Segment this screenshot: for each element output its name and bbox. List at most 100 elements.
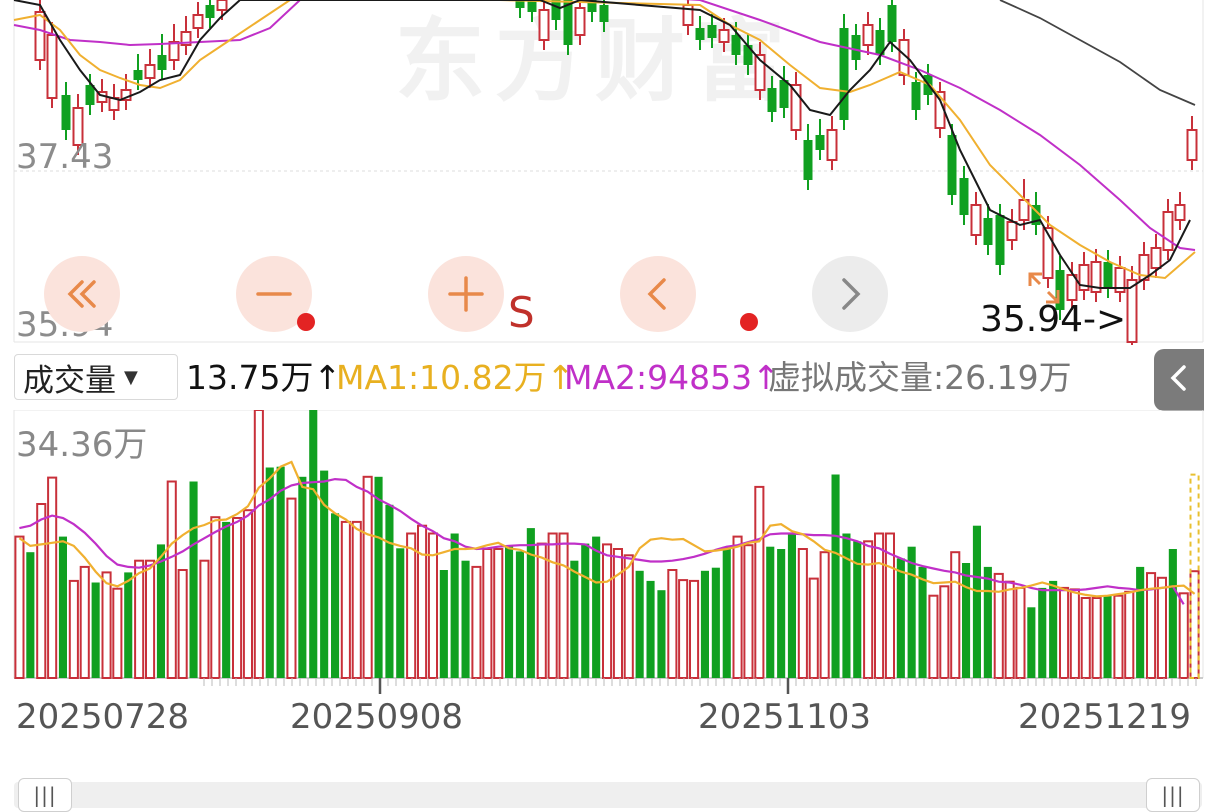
candle-body: [851, 35, 861, 60]
scroll-handle-right[interactable]: |||: [1146, 778, 1200, 812]
volume-bar: [1027, 607, 1036, 678]
volume-bar: [351, 520, 362, 680]
indicator-select-value: 成交量: [23, 362, 116, 399]
volume-bar: [385, 504, 394, 678]
candle-body: [1174, 204, 1186, 221]
date-label-2: 20250908: [290, 697, 464, 737]
date-label-4: 20251219: [1018, 697, 1192, 737]
volume-bar: [700, 570, 709, 678]
minus-icon: [254, 274, 294, 314]
candle-body: [887, 5, 897, 42]
candle-body: [34, 11, 46, 61]
volume-bar: [505, 545, 514, 678]
volume-bar: [189, 481, 198, 678]
candle-body: [947, 135, 957, 195]
volume-bar: [156, 544, 165, 678]
time-scrollbar[interactable]: [14, 782, 1202, 808]
date-label-3: 20251103: [698, 697, 872, 737]
volume-bar: [863, 540, 874, 679]
expand-arrows-icon[interactable]: [1024, 268, 1064, 308]
volume-bar: [493, 548, 504, 679]
volume-bar: [166, 480, 177, 679]
volume-bar: [276, 466, 285, 678]
volume-bar: [962, 563, 971, 678]
double-chevron-left-icon: [62, 274, 102, 314]
candle-body: [743, 45, 753, 65]
volume-bar: [124, 572, 133, 678]
volume-bar: [47, 476, 58, 679]
volume-bar: [1049, 580, 1058, 678]
volume-bar: [1156, 576, 1168, 679]
candle-body: [205, 5, 215, 18]
time-axis-ticks: [203, 678, 1197, 694]
volume-bar: [808, 577, 819, 680]
volume-bar: [309, 410, 318, 678]
candle-body: [168, 41, 180, 61]
volume-bar: [199, 559, 210, 679]
volume-bar: [340, 520, 351, 680]
candles: [34, 0, 1198, 345]
volume-bar: [842, 533, 851, 678]
candle-body: [695, 28, 705, 40]
volume-bar: [1103, 595, 1112, 678]
candle-body: [995, 215, 1005, 265]
volume-bar: [145, 559, 156, 679]
candle-body: [1150, 247, 1162, 269]
volume-bar: [570, 560, 579, 678]
volume-bar: [623, 554, 634, 679]
volume-bar: [471, 565, 482, 679]
volume-bar: [1178, 592, 1189, 679]
scroll-handle-left[interactable]: |||: [18, 778, 72, 812]
candle-body: [959, 178, 969, 215]
volume-bar: [58, 536, 67, 678]
volume-bar: [667, 569, 678, 679]
volume-bar: [253, 410, 264, 679]
volume-bar: [450, 533, 459, 678]
volume-bar: [26, 552, 35, 678]
next-button[interactable]: [812, 256, 888, 332]
volume-bar: [1038, 587, 1047, 678]
chevron-right-icon: [830, 274, 870, 314]
volume-bar: [1113, 594, 1124, 679]
volume-bar: [331, 513, 340, 678]
zoom-in-button[interactable]: [428, 256, 504, 332]
volume-bar: [766, 546, 775, 678]
volume-bar: [134, 559, 145, 679]
candle-body: [1186, 129, 1198, 161]
candle-body: [538, 9, 550, 41]
volume-bar: [396, 548, 405, 678]
candle-body: [767, 88, 777, 112]
volume-bar: [14, 535, 25, 679]
volume-bar: [581, 543, 590, 678]
volume-bar: [406, 532, 417, 679]
volume-bar: [831, 474, 840, 678]
collapse-panel-button[interactable]: [1154, 349, 1204, 411]
plus-icon: [446, 274, 486, 314]
volume-bar: [993, 572, 1004, 679]
volume-bar: [1091, 597, 1102, 679]
indicator-select[interactable]: 成交量 ▼: [14, 354, 178, 400]
volume-chart: [13, 410, 1204, 680]
volume-bar: [907, 546, 916, 678]
ma60-line: [999, 0, 1196, 106]
volume-bar: [417, 524, 428, 679]
volume-bar: [298, 476, 307, 678]
candle-body: [1103, 262, 1113, 288]
volume-bar: [242, 509, 253, 679]
rewind-button[interactable]: [44, 256, 120, 332]
volume-bar: [612, 548, 624, 679]
candle-body: [157, 55, 167, 70]
volume-bar: [1124, 590, 1135, 679]
legend-virtual-volume: 虚拟成交量:26.19万: [768, 358, 1072, 397]
volume-bar: [210, 516, 221, 679]
volume-bar: [1059, 586, 1070, 679]
volume-bar: [79, 565, 90, 679]
prev-indicator-dot: [740, 313, 758, 331]
volume-bar: [1189, 570, 1200, 679]
volume-bar: [1069, 588, 1080, 679]
candle-body: [574, 7, 586, 36]
candle-body: [1126, 279, 1138, 343]
candle-body: [970, 204, 982, 236]
prev-button[interactable]: [620, 256, 696, 332]
volume-bar: [918, 566, 927, 678]
